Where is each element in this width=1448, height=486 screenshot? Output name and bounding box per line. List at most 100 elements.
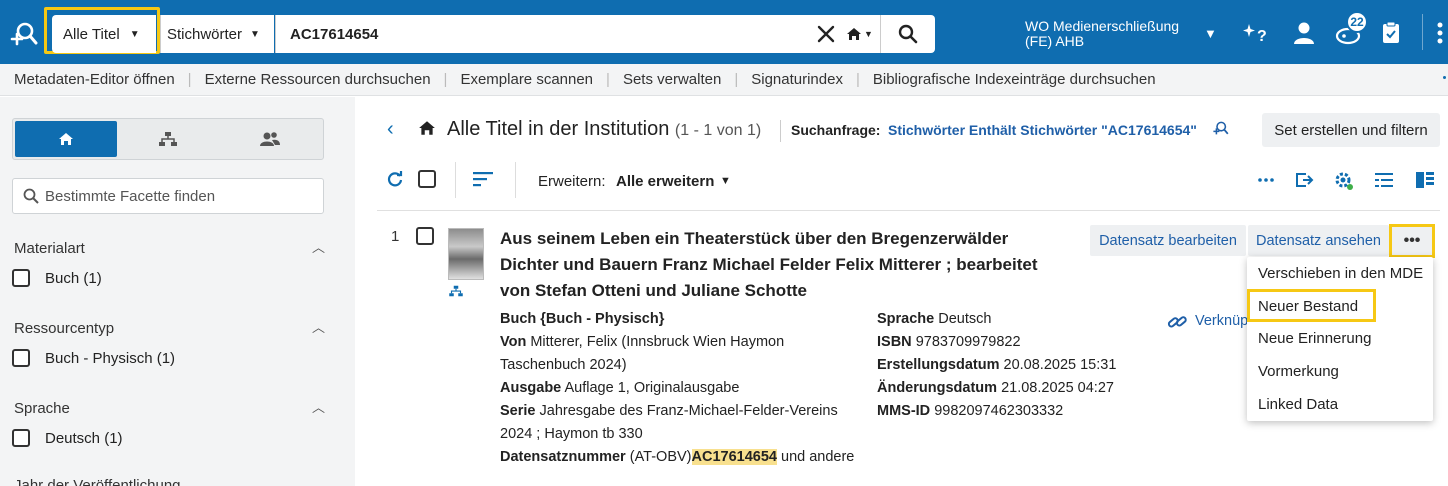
split-view-icon[interactable] — [1415, 171, 1435, 192]
chevron-down-icon[interactable]: ▼ — [1204, 26, 1217, 41]
more-vertical-icon[interactable] — [1432, 18, 1448, 48]
nav-call-number-index[interactable]: Signaturindex — [751, 71, 843, 88]
overflow-indicator — [1443, 76, 1446, 79]
nav-manage-sets[interactable]: Sets verwalten — [623, 71, 721, 88]
export-icon[interactable] — [1294, 171, 1314, 192]
search-icon — [23, 188, 39, 204]
facet-search-input[interactable]: Bestimmte Facette finden — [12, 178, 324, 214]
create-set-button[interactable]: Set erstellen und filtern — [1262, 113, 1440, 147]
back-chevron-icon[interactable]: ‹ — [387, 118, 394, 141]
settings-gear-icon[interactable] — [1334, 171, 1354, 194]
expand-label: Erweitern: — [538, 173, 606, 190]
page-title: Alle Titel in der Institution (1 - 1 von… — [447, 118, 761, 141]
nav-separator: | — [443, 71, 448, 88]
page-title-text: Alle Titel in der Institution — [447, 118, 670, 140]
facet-checkbox[interactable] — [12, 429, 30, 447]
nav-separator: | — [187, 71, 192, 88]
query-link[interactable]: Stichwörter Enthält Stichwörter "AC17614… — [888, 122, 1197, 138]
search-input[interactable] — [275, 15, 881, 53]
dropdown-arrow-icon[interactable]: ▼ — [720, 175, 731, 187]
facet-option-deutsch[interactable]: Deutsch (1) — [12, 429, 123, 447]
tasks-count-badge: 22 — [1346, 11, 1368, 33]
sort-icon[interactable] — [472, 170, 494, 191]
facet-option-label: Buch - Physisch — [45, 349, 153, 367]
result-checkbox[interactable] — [416, 227, 434, 245]
view-record-button[interactable]: Datensatz ansehen — [1248, 225, 1389, 256]
help-sparkle-icon[interactable]: ? — [1241, 18, 1271, 48]
result-number: 1 — [391, 228, 400, 245]
record-number-label: Datensatznummer — [500, 449, 626, 465]
modified-value: 21.08.2025 04:27 — [1001, 380, 1114, 396]
search-refine-icon[interactable] — [1210, 120, 1230, 141]
tab-home[interactable] — [15, 121, 117, 157]
nav-external-resources[interactable]: Externe Ressourcen durchsuchen — [205, 71, 431, 88]
search-button[interactable] — [880, 15, 935, 53]
chevron-up-icon[interactable]: ︿ — [312, 237, 325, 256]
facet-option-label: Deutsch — [45, 429, 101, 447]
book-cover-thumbnail[interactable] — [448, 228, 484, 280]
facet-checkbox[interactable] — [12, 349, 30, 367]
scope-label: Alle Titel — [63, 25, 120, 43]
facet-option-buch[interactable]: Buch (1) — [12, 269, 102, 287]
more-options-icon[interactable] — [1257, 171, 1275, 192]
clipboard-check-icon[interactable] — [1376, 18, 1406, 48]
edition-value: Auflage 1, Originalausgabe — [564, 380, 740, 396]
highlight-box — [1247, 289, 1376, 322]
nav-separator: | — [606, 71, 610, 88]
link-icon[interactable] — [1167, 313, 1187, 334]
chevron-up-icon[interactable]: ︿ — [312, 317, 325, 336]
svg-text:?: ? — [1257, 28, 1267, 45]
nav-bibliographic-index[interactable]: Bibliografische Indexeinträge durchsuche… — [873, 71, 1156, 88]
nav-scan-items[interactable]: Exemplare scannen — [460, 71, 593, 88]
mms-id-label: MMS-ID — [877, 403, 931, 419]
home-scope-icon[interactable]: ▼ — [846, 22, 878, 46]
search-icon — [898, 24, 918, 44]
divider — [1422, 14, 1423, 50]
record-title[interactable]: Aus seinem Leben ein Theaterstück über d… — [500, 226, 1070, 304]
created-label: Erstellungsdatum — [877, 357, 1000, 373]
home-icon — [418, 119, 436, 140]
expand-dropdown[interactable]: Alle erweitern — [616, 173, 714, 190]
tab-users[interactable] — [219, 121, 321, 157]
facet-title-ressourcentyp: Ressourcentyp — [14, 320, 115, 337]
series-label: Serie — [500, 403, 536, 419]
menu-item-linked-data[interactable]: Linked Data — [1258, 396, 1338, 413]
chevron-up-icon[interactable]: ︿ — [312, 397, 325, 416]
divider — [455, 162, 456, 198]
menu-item-new-reminder[interactable]: Neue Erinnerung — [1258, 330, 1371, 347]
menu-item-request[interactable]: Vormerkung — [1258, 363, 1339, 380]
facet-search-placeholder: Bestimmte Facette finden — [45, 187, 216, 205]
clear-icon[interactable] — [814, 22, 838, 46]
record-number-value: AC17614654 — [691, 449, 777, 465]
divider — [377, 210, 1440, 211]
series-value: Jahresgabe des Franz-Michael-Felder-Vere… — [500, 403, 838, 442]
actions-menu: Verschieben in den MDE Neuer Bestand Neu… — [1247, 257, 1433, 421]
created-value: 20.08.2025 15:31 — [1003, 357, 1117, 373]
refresh-icon[interactable] — [386, 170, 404, 191]
isbn-value: 9783709979822 — [915, 334, 1021, 350]
author-value: Mitterer, Felix (Innsbruck Wien Haymon T… — [500, 334, 785, 373]
record-number-suffix: und andere — [781, 449, 855, 465]
list-view-icon[interactable] — [1374, 171, 1394, 192]
more-actions-button[interactable]: ••• — [1389, 224, 1435, 258]
facet-option-buch-physisch[interactable]: Buch - Physisch (1) — [12, 349, 175, 367]
select-all-checkbox[interactable] — [418, 170, 436, 188]
facet-checkbox[interactable] — [12, 269, 30, 287]
dropdown-arrow-icon: ▼ — [129, 28, 140, 40]
search-field-dropdown[interactable]: Stichwörter ▼ — [160, 15, 274, 53]
facet-title-jahr: Jahr der Veröffentlichung — [14, 477, 181, 486]
query-label: Suchanfrage: — [791, 122, 881, 138]
record-details-left: Buch {Buch - Physisch} Von Mitterer, Fel… — [500, 308, 870, 469]
user-icon[interactable] — [1289, 18, 1319, 48]
search-logo-icon[interactable] — [8, 20, 38, 50]
link-text[interactable]: Verknüp — [1195, 313, 1248, 329]
edit-record-button[interactable]: Datensatz bearbeiten — [1090, 225, 1246, 256]
search-scope-dropdown[interactable]: Alle Titel ▼ — [52, 15, 156, 53]
nav-metadata-editor[interactable]: Metadaten-Editor öffnen — [14, 71, 175, 88]
menu-item-move-to-mde[interactable]: Verschieben in den MDE — [1258, 265, 1423, 282]
tab-hierarchy[interactable] — [117, 121, 219, 157]
result-count: (1 - 1 von 1) — [674, 122, 762, 139]
hierarchy-icon[interactable] — [449, 284, 463, 300]
users-icon — [260, 132, 280, 146]
institution-selector[interactable]: WO Medienerschließung (FE) AHB — [1025, 19, 1179, 49]
